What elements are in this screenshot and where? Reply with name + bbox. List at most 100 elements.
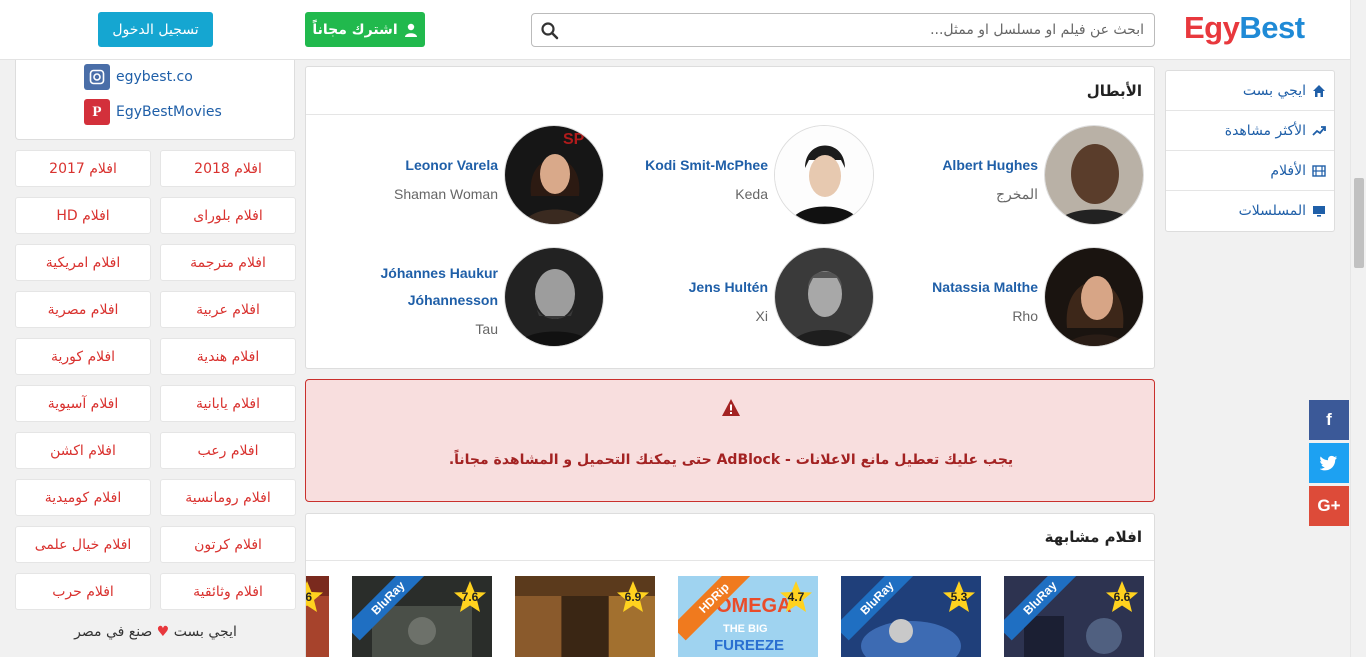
category-button[interactable]: افلام عربية — [160, 291, 296, 328]
top-header: EgyBest ابحث عن فيلم او مسلسل او ممثل...… — [0, 0, 1350, 60]
actor-name[interactable]: Jóhannes Haukur — [381, 260, 498, 287]
pinterest-link[interactable]: P EgyBestMovies — [84, 99, 222, 125]
warning-icon — [722, 399, 740, 416]
nav-item-label: الأكثر مشاهدة — [1224, 122, 1306, 139]
actor-name[interactable]: Jens Hultén — [689, 274, 768, 301]
user-icon — [404, 23, 417, 37]
login-label: تسجيل الدخول — [112, 21, 199, 38]
made-in-egypt: ايجي بست ♥ صنع في مصر — [15, 624, 296, 640]
actor-name[interactable]: Albert Hughes — [942, 152, 1038, 179]
movie-card[interactable]: .6 — [305, 576, 329, 657]
category-button[interactable]: افلام اكشن — [15, 432, 151, 469]
nav-item-label: ايجي بست — [1242, 82, 1306, 99]
search-placeholder: ابحث عن فيلم او مسلسل او ممثل... — [930, 22, 1144, 38]
movie-rating: 7.6 — [461, 590, 479, 604]
movie-card[interactable]: BluRay 6.6 — [1004, 576, 1144, 657]
actor-photo[interactable] — [1044, 247, 1144, 347]
nav-item-label: الأفلام — [1270, 162, 1306, 179]
svg-text:SP: SP — [563, 131, 585, 148]
category-button[interactable]: افلام رومانسية — [160, 479, 296, 516]
movie-rating: 4.7 — [787, 590, 805, 604]
actor-card[interactable]: Jens Hultén Xi — [604, 247, 874, 347]
category-button[interactable]: افلام يابانية — [160, 385, 296, 422]
category-button[interactable]: افلام بلوراى — [160, 197, 296, 234]
nav-item-movies[interactable]: الأفلام — [1166, 151, 1334, 191]
trending-icon — [1312, 125, 1326, 136]
actor-role: المخرج — [995, 186, 1038, 202]
actor-role: Xi — [755, 308, 768, 324]
category-button[interactable]: افلام رعب — [160, 432, 296, 469]
adblock-alert: يجب عليك تعطيل مانع الاعلانات - AdBlock … — [305, 379, 1155, 502]
login-button[interactable]: تسجيل الدخول — [98, 12, 213, 47]
actor-name-line2[interactable]: Jóhannesson — [408, 287, 498, 314]
actor-name[interactable]: Kodi Smit-McPhee — [645, 152, 768, 179]
category-button[interactable]: افلام كرتون — [160, 526, 296, 563]
heart-icon: ♥ — [156, 624, 170, 640]
made-after: صنع في مصر — [74, 624, 153, 640]
actor-photo[interactable] — [774, 247, 874, 347]
category-button[interactable]: افلام خيال علمى — [15, 526, 151, 563]
actor-role: Tau — [475, 321, 498, 337]
svg-text:FUREEZE: FUREEZE — [714, 637, 784, 654]
search-icon[interactable] — [540, 21, 560, 41]
tv-icon — [1313, 206, 1325, 217]
category-button[interactable]: افلام هندية — [160, 338, 296, 375]
category-button[interactable]: افلام مصرية — [15, 291, 151, 328]
category-button[interactable]: افلام وثائقية — [160, 573, 296, 610]
instagram-link[interactable]: egybest.co — [84, 64, 193, 90]
movie-rating: 6.6 — [1113, 590, 1131, 604]
nav-item-series[interactable]: المسلسلات — [1166, 191, 1334, 231]
actor-name[interactable]: Natassia Malthe — [932, 274, 1038, 301]
actor-photo[interactable]: SP — [504, 125, 604, 225]
movie-rating: 5.3 — [950, 590, 968, 604]
social-links: egybest.co P EgyBestMovies — [15, 60, 295, 140]
cast-panel: الأبطال Albert Hughes المخرج Kodi Smit-M… — [305, 66, 1155, 369]
movie-rating: 6.9 — [624, 590, 642, 604]
googleplus-share-button[interactable]: G+ — [1309, 486, 1349, 526]
actor-card[interactable]: Kodi Smit-McPhee Keda — [604, 125, 874, 225]
actor-photo[interactable] — [774, 125, 874, 225]
actor-role: Rho — [1012, 308, 1038, 324]
facebook-share-button[interactable]: f — [1309, 400, 1349, 440]
category-button[interactable]: افلام حرب — [15, 573, 151, 610]
actor-name[interactable]: Leonor Varela — [405, 152, 498, 179]
category-button[interactable]: افلام 2018 — [160, 150, 296, 187]
similar-title: افلام مشابهة — [306, 514, 1154, 561]
category-button[interactable]: افلام 2017 — [15, 150, 151, 187]
category-button[interactable]: افلام مترجمة — [160, 244, 296, 281]
actor-role: Shaman Woman — [393, 186, 498, 202]
movie-card[interactable]: BluRay 7.6 — [352, 576, 492, 657]
main-nav: ايجي بست الأكثر مشاهدة الأفلام المسلسلات — [1165, 70, 1335, 232]
category-button[interactable]: افلام كورية — [15, 338, 151, 375]
category-button[interactable]: افلام HD — [15, 197, 151, 234]
facebook-icon: f — [1326, 410, 1332, 429]
actor-card[interactable]: Jóhannes Haukur Jóhannesson Tau — [334, 247, 604, 347]
twitter-icon — [1320, 455, 1337, 471]
twitter-share-button[interactable] — [1309, 443, 1349, 483]
category-button[interactable]: افلام كوميدية — [15, 479, 151, 516]
instagram-icon — [84, 64, 110, 90]
svg-text:THE BIG: THE BIG — [723, 623, 768, 635]
site-logo[interactable]: EgyBest — [1184, 10, 1305, 46]
nav-item-label: المسلسلات — [1238, 203, 1306, 219]
home-icon — [1313, 84, 1325, 97]
scrollbar-thumb[interactable] — [1354, 178, 1364, 268]
actor-card[interactable]: SP Leonor Varela Shaman Woman — [334, 125, 604, 225]
actor-photo[interactable] — [504, 247, 604, 347]
category-button[interactable]: افلام امريكية — [15, 244, 151, 281]
movie-card[interactable]: BluRay 5.3 — [841, 576, 981, 657]
movie-rating: .6 — [305, 590, 312, 604]
pinterest-label: EgyBestMovies — [116, 104, 222, 120]
film-icon — [1312, 164, 1326, 177]
search-input[interactable]: ابحث عن فيلم او مسلسل او ممثل... — [531, 13, 1155, 47]
movie-card[interactable]: 6.9 — [515, 576, 655, 657]
nav-item-trending[interactable]: الأكثر مشاهدة — [1166, 111, 1334, 151]
movie-card[interactable]: OMEGA THE BIG FUREEZE HDRip 4.7 — [678, 576, 818, 657]
subscribe-button[interactable]: اشترك مجاناً — [305, 12, 425, 47]
category-button[interactable]: افلام آسيوية — [15, 385, 151, 422]
actor-photo[interactable] — [1044, 125, 1144, 225]
actor-card[interactable]: Albert Hughes المخرج — [874, 125, 1144, 225]
actor-card[interactable]: Natassia Malthe Rho — [874, 247, 1144, 347]
nav-item-home[interactable]: ايجي بست — [1166, 71, 1334, 111]
page-scrollbar[interactable] — [1350, 0, 1366, 657]
